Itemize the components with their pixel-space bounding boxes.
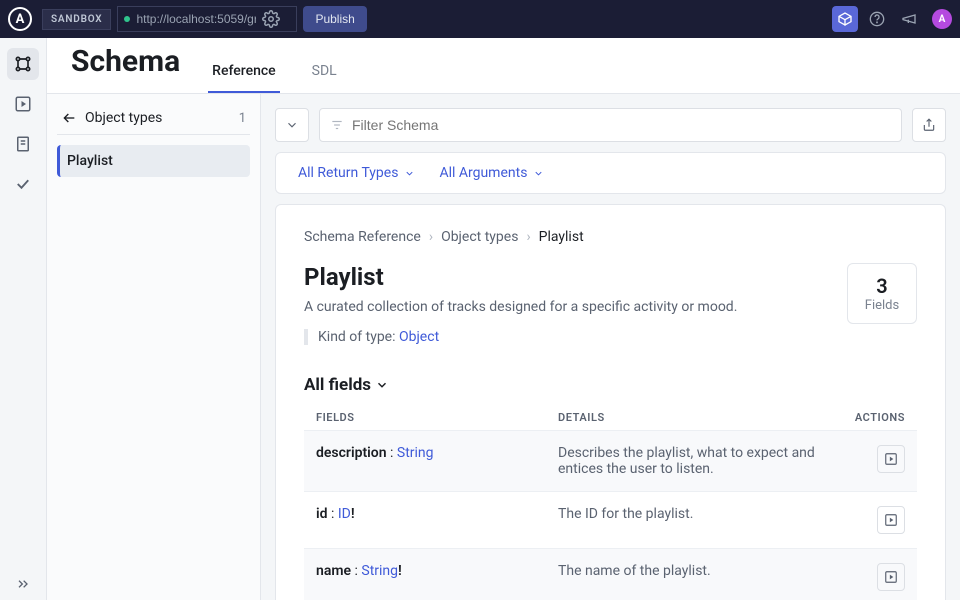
table-row: description : String Describes the playli… (304, 430, 917, 491)
filter-schema-input[interactable] (352, 117, 891, 133)
publish-button[interactable]: Publish (303, 6, 366, 32)
field-suffix: ! (351, 506, 355, 522)
filter-schema-box[interactable] (319, 108, 902, 142)
gear-icon[interactable] (262, 10, 280, 28)
publish-label: Publish (315, 12, 354, 26)
all-fields-heading[interactable]: All fields (304, 375, 917, 395)
field-type[interactable]: ID (338, 506, 351, 522)
types-sidebar: Object types 1 Playlist (47, 94, 261, 600)
col-fields: FIELDS (316, 411, 558, 424)
play-icon (884, 513, 898, 527)
type-detail-card: Schema Reference › Object types › Playli… (275, 204, 946, 600)
avatar-letter: A (939, 14, 946, 25)
table-row: id : ID! The ID for the playlist. (304, 491, 917, 548)
share-icon (922, 118, 936, 132)
rail-collapse-icon[interactable] (7, 568, 39, 600)
rail-checks-icon[interactable] (7, 168, 39, 200)
sandbox-mode-icon[interactable] (832, 6, 858, 32)
crumb-root[interactable]: Schema Reference (304, 229, 421, 245)
announce-icon[interactable] (896, 6, 922, 32)
field-sep: : (351, 563, 361, 579)
field-name[interactable]: id (316, 506, 328, 522)
run-field-button[interactable] (877, 445, 905, 473)
field-details: The name of the playlist. (558, 563, 833, 579)
chevron-down-icon (533, 168, 544, 179)
endpoint-url-box[interactable] (117, 6, 297, 32)
fields-count-box: 3 Fields (847, 263, 917, 324)
run-field-button[interactable] (877, 506, 905, 534)
field-suffix: ! (398, 563, 402, 579)
filter-icon (330, 118, 344, 132)
top-bar: A SANDBOX Publish A (0, 0, 960, 38)
crumb-sep-icon: › (429, 229, 433, 245)
avatar[interactable]: A (932, 9, 952, 29)
rail-schema-icon[interactable] (7, 48, 39, 80)
fields-table-header: FIELDS DETAILS ACTIONS (304, 405, 917, 430)
rail-docs-icon[interactable] (7, 128, 39, 160)
filter-pills-card: All Return Types All Arguments (275, 152, 946, 194)
help-icon[interactable] (864, 6, 890, 32)
arguments-dropdown[interactable]: All Arguments (439, 165, 544, 181)
sidebar-count: 1 (239, 111, 246, 126)
kind-link[interactable]: Object (399, 329, 439, 345)
play-icon (884, 570, 898, 584)
field-details: Describes the playlist, what to expect a… (558, 445, 833, 477)
return-types-dropdown[interactable]: All Return Types (298, 165, 415, 181)
tab-sdl[interactable]: SDL (308, 63, 341, 93)
sandbox-label: SANDBOX (51, 14, 102, 25)
logo-letter: A (16, 12, 25, 27)
breadcrumb: Schema Reference › Object types › Playli… (304, 229, 917, 245)
field-sep: : (387, 445, 397, 461)
chevron-down-icon (404, 168, 415, 179)
content-panel: All Return Types All Arguments Schema Re… (261, 94, 960, 600)
page-title: Schema (71, 44, 180, 93)
field-name[interactable]: description (316, 445, 387, 461)
play-icon (884, 452, 898, 466)
field-type[interactable]: String (361, 563, 398, 579)
chevron-down-icon (285, 118, 299, 132)
app-logo[interactable]: A (8, 7, 32, 31)
run-field-button[interactable] (877, 563, 905, 591)
sidebar-item-playlist[interactable]: Playlist (57, 145, 250, 177)
header-tabs: Reference SDL (208, 63, 341, 93)
field-name[interactable]: name (316, 563, 351, 579)
nav-rail (0, 38, 47, 600)
crumb-sep-icon: › (526, 229, 530, 245)
fields-count-label: Fields (848, 298, 916, 313)
arrow-left-icon[interactable] (61, 110, 77, 126)
return-types-label: All Return Types (298, 165, 398, 181)
arguments-label: All Arguments (439, 165, 527, 181)
type-kind: Kind of type: Object (304, 329, 827, 345)
field-details: The ID for the playlist. (558, 506, 833, 522)
kind-label: Kind of type: (318, 329, 399, 345)
crumb-group[interactable]: Object types (441, 229, 518, 245)
endpoint-url-input[interactable] (136, 12, 256, 26)
type-description: A curated collection of tracks designed … (304, 299, 827, 315)
crumb-current: Playlist (539, 229, 584, 245)
type-name: Playlist (304, 263, 827, 291)
sidebar-heading[interactable]: Object types (85, 110, 162, 126)
col-details: DETAILS (558, 411, 833, 424)
fields-count: 3 (848, 274, 916, 298)
all-fields-label: All fields (304, 375, 371, 395)
tab-reference[interactable]: Reference (208, 63, 280, 93)
chevron-down-icon (375, 378, 389, 392)
table-row: name : String! The name of the playlist. (304, 548, 917, 600)
page-header: Schema Reference SDL (47, 38, 960, 94)
collapse-filter-button[interactable] (275, 108, 309, 142)
sidebar-heading-row: Object types 1 (57, 110, 250, 135)
share-button[interactable] (912, 108, 946, 142)
sandbox-chip: SANDBOX (42, 9, 111, 30)
status-dot-icon (124, 16, 130, 22)
rail-explorer-icon[interactable] (7, 88, 39, 120)
col-actions: ACTIONS (833, 411, 905, 424)
field-sep: : (328, 506, 338, 522)
field-type[interactable]: String (397, 445, 434, 461)
